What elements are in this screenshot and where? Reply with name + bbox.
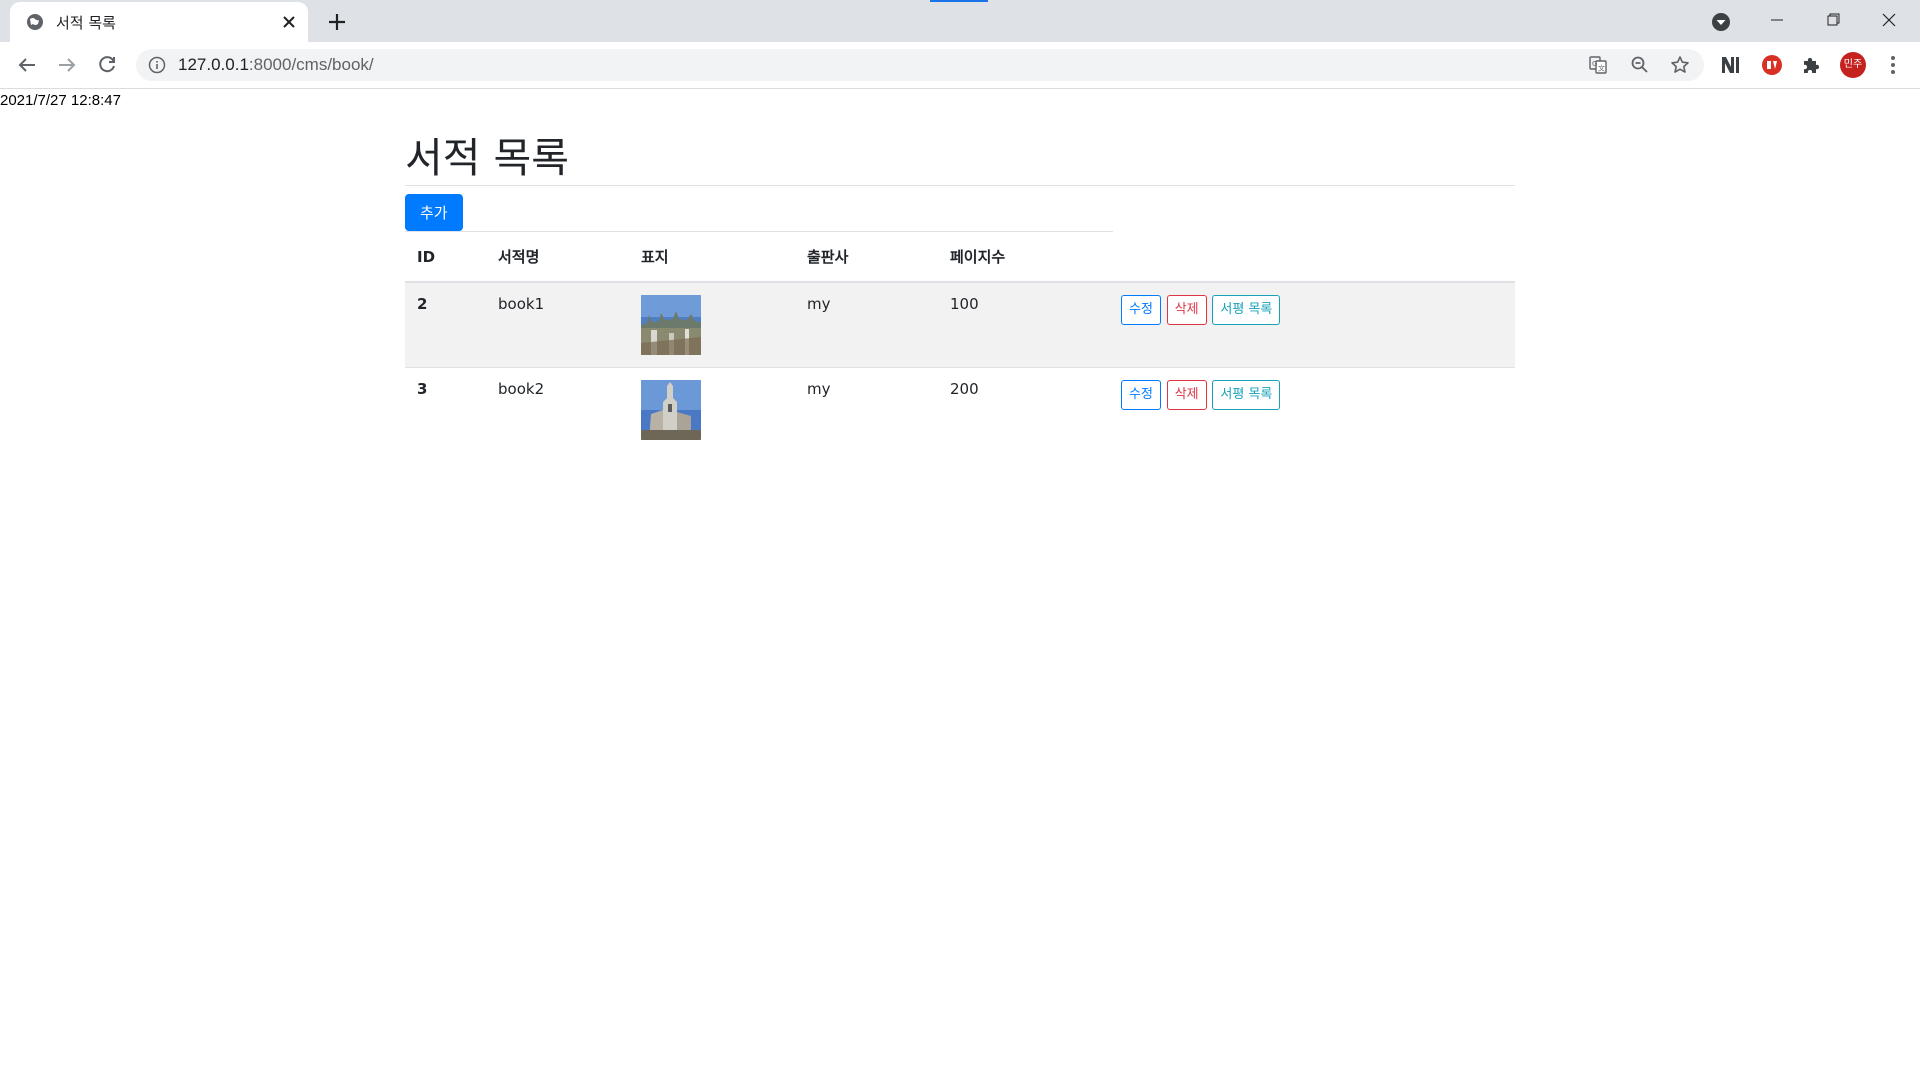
row-actions: 수정 삭제 서평 목록	[1109, 281, 1515, 367]
book-id: 3	[405, 366, 486, 452]
address-bar[interactable]: 127.0.0.1:8000/cms/book/ G 文	[136, 49, 1704, 81]
translate-icon[interactable]: G 文	[1588, 55, 1608, 75]
book-cover-cell	[629, 366, 795, 452]
book-cover-cell	[629, 281, 795, 367]
reviews-button[interactable]: 서평 목록	[1212, 295, 1281, 325]
book-table: ID 서적명 표지 출판사 페이지수 2 book1 my 100 수정 삭제 …	[405, 232, 1515, 452]
reviews-button[interactable]: 서평 목록	[1212, 379, 1281, 410]
browser-tab[interactable]: 서적 목록	[10, 2, 308, 42]
tab-search-icon[interactable]	[1710, 11, 1732, 33]
column-header-actions	[1109, 232, 1515, 283]
edit-button[interactable]: 수정	[1121, 379, 1161, 410]
book-id: 2	[405, 281, 486, 367]
page-title: 서적 목록	[405, 126, 1515, 186]
delete-button[interactable]: 삭제	[1166, 379, 1207, 410]
window-close-icon[interactable]	[1866, 6, 1912, 34]
browser-tab-bar: 서적 목록	[0, 0, 1920, 42]
svg-text:G: G	[1592, 60, 1597, 68]
extension-red-icon[interactable]	[1760, 53, 1784, 77]
tab-title: 서적 목록	[56, 14, 116, 32]
info-icon[interactable]	[148, 56, 166, 74]
column-header-pages: 페이지수	[938, 232, 1109, 283]
table-header-row: ID 서적명 표지 출판사 페이지수	[405, 232, 1515, 283]
zoom-icon[interactable]	[1630, 55, 1650, 75]
svg-text:文: 文	[1598, 64, 1605, 73]
profile-avatar[interactable]: 민주	[1840, 52, 1866, 78]
url-text[interactable]: 127.0.0.1:8000/cms/book/	[178, 55, 374, 75]
row-actions: 수정 삭제 서평 목록	[1109, 366, 1515, 452]
close-icon[interactable]	[280, 13, 298, 31]
table-row: 2 book1 my 100 수정 삭제 서평 목록	[405, 281, 1515, 367]
globe-icon	[27, 14, 43, 30]
book-name: book1	[486, 281, 629, 367]
book-publisher: my	[795, 281, 938, 367]
tab-strip-indicator	[930, 0, 988, 2]
book-cover-image	[641, 295, 701, 355]
restore-icon[interactable]	[1810, 6, 1856, 34]
column-header-cover: 표지	[629, 232, 795, 283]
book-pages: 100	[938, 281, 1109, 367]
extensions-puzzle-icon[interactable]	[1800, 53, 1824, 77]
book-publisher: my	[795, 366, 938, 452]
extension-n-icon[interactable]	[1719, 53, 1743, 77]
delete-button[interactable]: 삭제	[1166, 295, 1207, 325]
url-host: 127.0.0.1	[178, 55, 249, 74]
current-timestamp: 2021/7/27 12:8:47	[0, 92, 121, 109]
column-header-publisher: 출판사	[795, 232, 938, 283]
plus-icon[interactable]	[325, 10, 349, 34]
back-icon[interactable]	[15, 53, 39, 77]
forward-icon[interactable]	[55, 53, 79, 77]
book-pages: 200	[938, 366, 1109, 452]
table-row: 3 book2 my 200 수정 삭제 서평 목록	[405, 366, 1515, 452]
book-list-container: 서적 목록 추가 ID 서적명 표지 출판사 페이지수 2 book1 my 1…	[405, 126, 1515, 452]
book-cover-image	[641, 379, 701, 440]
url-path: :8000/cms/book/	[248, 55, 374, 74]
reload-icon[interactable]	[95, 53, 119, 77]
add-book-button[interactable]: 추가	[405, 194, 463, 231]
star-icon[interactable]	[1670, 55, 1690, 75]
column-header-id: ID	[405, 232, 486, 283]
book-name: book2	[486, 366, 629, 452]
column-header-name: 서적명	[486, 232, 629, 283]
minimize-icon[interactable]	[1754, 6, 1800, 34]
kebab-menu-icon[interactable]	[1881, 53, 1905, 77]
browser-toolbar: 127.0.0.1:8000/cms/book/ G 文 민주	[0, 42, 1920, 89]
edit-button[interactable]: 수정	[1121, 295, 1161, 325]
